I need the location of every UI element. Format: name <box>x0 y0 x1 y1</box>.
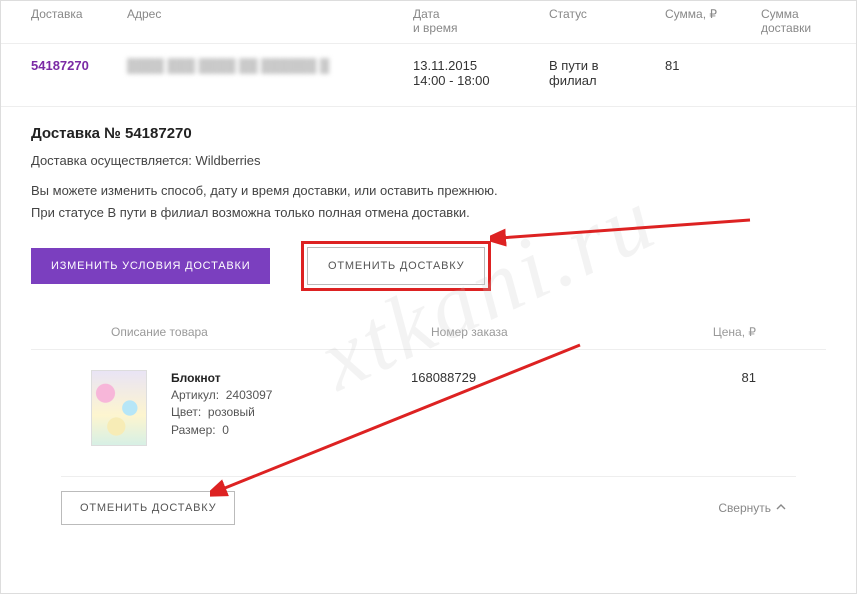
th-sum-delivery: Сумма доставки <box>761 7 857 35</box>
order-number: 168088729 <box>411 370 631 385</box>
detail-note-2: При статусе В пути в филиал возможна тол… <box>31 204 826 222</box>
delivery-address-blurred: ████ ███ ████ ██ ██████ █ <box>127 58 407 73</box>
delivery-row[interactable]: 54187270 ████ ███ ████ ██ ██████ █ 13.11… <box>1 44 856 102</box>
th-item-desc: Описание товара <box>111 325 431 339</box>
orders-table-header: Доставка Адрес Дата и время Статус Сумма… <box>1 1 856 44</box>
delivery-datetime: 13.11.2015 14:00 - 18:00 <box>413 58 543 88</box>
collapse-label: Свернуть <box>718 501 771 515</box>
cancel-delivery-button[interactable]: ОТМЕНИТЬ ДОСТАВКУ <box>307 247 485 285</box>
detail-title: Доставка № 54187270 <box>31 125 826 142</box>
item-table-header: Описание товара Номер заказа Цена, ₽ <box>31 317 826 350</box>
item-price: 81 <box>631 370 786 385</box>
collapse-button[interactable]: Свернуть <box>718 501 786 515</box>
chevron-up-icon <box>776 501 786 515</box>
product-thumbnail[interactable] <box>91 370 147 446</box>
th-sum: Сумма, ₽ <box>665 7 755 35</box>
th-address: Адрес <box>127 7 407 35</box>
detail-note-1: Вы можете изменить способ, дату и время … <box>31 182 826 200</box>
th-datetime: Дата и время <box>413 7 543 35</box>
product-properties: Блокнот Артикул: 2403097 Цвет: розовый Р… <box>171 370 411 440</box>
th-item-order: Номер заказа <box>431 325 651 339</box>
detail-carrier: Доставка осуществляется: Wildberries <box>31 152 826 170</box>
product-name: Блокнот <box>171 370 411 387</box>
th-item-price: Цена, ₽ <box>651 325 786 339</box>
cancel-delivery-button-footer[interactable]: ОТМЕНИТЬ ДОСТАВКУ <box>61 491 235 525</box>
highlight-box: ОТМЕНИТЬ ДОСТАВКУ <box>301 241 491 291</box>
delivery-sum: 81 <box>665 58 755 73</box>
change-delivery-button[interactable]: ИЗМЕНИТЬ УСЛОВИЯ ДОСТАВКИ <box>31 248 270 284</box>
item-row: Блокнот Артикул: 2403097 Цвет: розовый Р… <box>31 350 826 456</box>
th-delivery: Доставка <box>31 7 121 35</box>
th-status: Статус <box>549 7 659 35</box>
delivery-id-link[interactable]: 54187270 <box>31 58 89 73</box>
delivery-status: В пути в филиал <box>549 58 659 88</box>
delivery-detail-panel: Доставка № 54187270 Доставка осуществляе… <box>1 106 856 543</box>
